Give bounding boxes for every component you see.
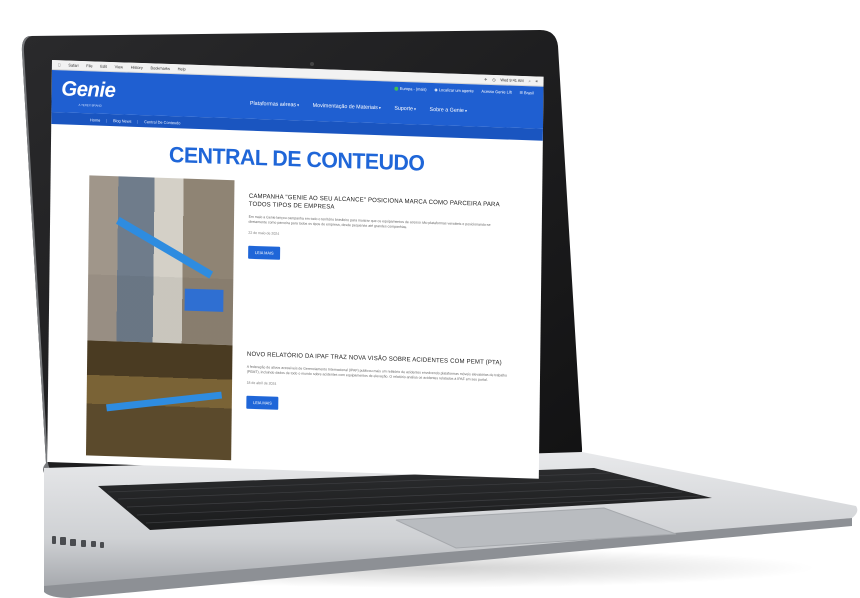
menu-item[interactable]: File xyxy=(86,63,92,68)
menu-item[interactable]: Bookmarks xyxy=(151,65,170,71)
menu-list-icon[interactable]: ≡ xyxy=(535,78,537,83)
main-nav: Plataformas aéreas Movimentação de Mater… xyxy=(250,101,467,114)
util-link-country[interactable]: ☰ Brasil xyxy=(519,90,533,95)
breadcrumb-current: Central De Conteudo xyxy=(144,118,181,125)
boom-lift-base xyxy=(184,288,224,312)
genie-logo[interactable]: Genie xyxy=(61,77,115,114)
menu-item[interactable]: View xyxy=(115,64,123,69)
article-title[interactable]: CAMPANHA "GENIE AO SEU ALCANCE" POSICION… xyxy=(249,193,510,217)
menubar-clock[interactable]: Wed 9:41 AM xyxy=(500,77,523,83)
article-date: 22 de maio de 2024 xyxy=(248,230,280,236)
status-dot-icon xyxy=(394,86,399,91)
read-more-button[interactable]: LEIA MAIS xyxy=(246,395,279,410)
stage:  Safari File Edit View History Bookmark… xyxy=(0,0,860,598)
nav-item-support[interactable]: Suporte xyxy=(394,106,416,113)
page-title: CENTRAL DE CONTEUDO xyxy=(168,142,425,176)
camera-dot xyxy=(310,62,314,66)
menu-item[interactable]: Edit xyxy=(100,64,107,69)
spotlight-icon[interactable]: ⌕ xyxy=(528,78,530,83)
menu-item[interactable]: Help xyxy=(178,66,186,71)
boom-lift-arm xyxy=(115,216,214,279)
clock-icon[interactable]: ◷ xyxy=(492,77,495,82)
util-link-agent[interactable]: ◉ Localizar um agente xyxy=(434,87,473,93)
breadcrumb-blog[interactable]: Blog News xyxy=(113,118,132,124)
article-card: NOVO RELATÓRIO DA IPAF TRAZ NOVA VISÃO S… xyxy=(246,351,508,418)
util-link-region[interactable]: Europa - (mais) xyxy=(394,86,427,92)
menu-item[interactable]: History xyxy=(131,65,143,70)
nav-item-about[interactable]: Sobre a Genie xyxy=(430,107,467,114)
article-date: 18 de abril de 2024 xyxy=(246,380,277,386)
apple-icon[interactable]:  xyxy=(58,62,61,67)
util-link-lift[interactable]: Acesso Genie Lift xyxy=(481,89,511,95)
nav-item-material-handling[interactable]: Movimentação de Materiais xyxy=(313,103,381,111)
menubar-status: ✈ ◷ Wed 9:41 AM ⌕ ≡ xyxy=(484,77,538,84)
article-thumbnail-2[interactable] xyxy=(85,340,233,461)
wifi-icon[interactable]: ✈ xyxy=(484,77,487,82)
breadcrumb-separator: | xyxy=(137,118,139,124)
utility-links: Europa - (mais) ◉ Localizar um agente Ac… xyxy=(394,86,534,95)
menu-item[interactable]: Safari xyxy=(68,63,78,68)
article-list: CAMPANHA "GENIE AO SEU ALCANCE" POSICION… xyxy=(47,174,542,479)
boom-lift-arm xyxy=(106,391,223,412)
breadcrumb-separator: | xyxy=(106,117,108,123)
article-card: CAMPANHA "GENIE AO SEU ALCANCE" POSICION… xyxy=(248,193,510,267)
logo-subtitle: A TEREX BRAND xyxy=(78,102,102,108)
article-excerpt: Em maio a Genie lançou campanha em todo … xyxy=(248,214,491,229)
breadcrumb-home[interactable]: Home xyxy=(90,117,100,122)
article-thumbnail-1[interactable] xyxy=(87,175,235,346)
article-excerpt: A federação de ativos acessíveis de Gere… xyxy=(246,364,507,382)
laptop-screen:  Safari File Edit View History Bookmark… xyxy=(47,60,544,479)
read-more-button[interactable]: LEIA MAIS xyxy=(248,245,281,260)
nav-item-platforms[interactable]: Plataformas aéreas xyxy=(250,101,299,109)
